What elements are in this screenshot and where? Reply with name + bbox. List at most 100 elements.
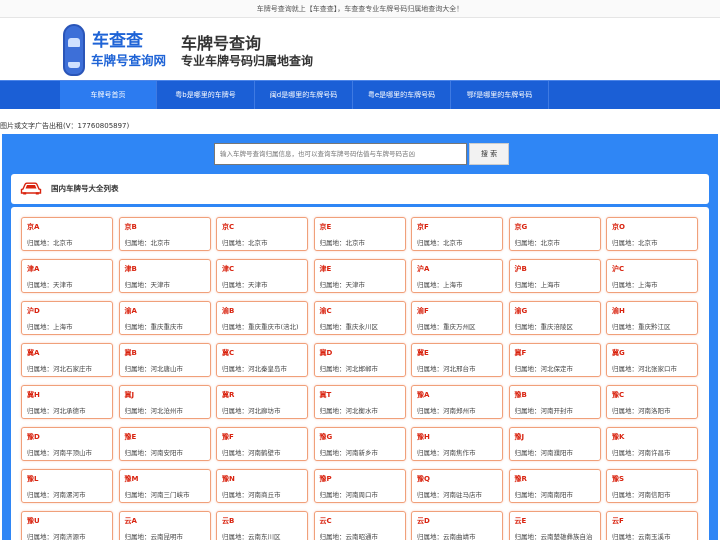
plate-area: 归属地：河南洛阳市	[612, 405, 671, 415]
plate-area: 归属地：河南濮阳市	[515, 447, 574, 457]
area-prefix: 归属地：	[319, 491, 346, 499]
plate-card[interactable]: 冀H 归属地：河北承德市	[21, 385, 113, 419]
plate-card[interactable]: 冀T 归属地：河北衡水市	[313, 385, 406, 419]
plate-area: 归属地：河北衡水市	[320, 405, 379, 415]
nav-item-yue-e[interactable]: 粤e是哪里的车牌号码	[353, 81, 451, 109]
plate-area: 归属地：云南昭通市	[320, 531, 379, 540]
plate-card[interactable]: 冀D 归属地：河北邯郸市	[313, 343, 406, 377]
plate-area: 归属地：河南开封市	[515, 405, 574, 415]
plate-card[interactable]: 豫D 归属地：河南平顶山市	[21, 427, 113, 461]
area-value: 云南昆明市	[150, 533, 184, 540]
plate-card[interactable]: 沪C 归属地：上海市	[606, 259, 698, 293]
plate-card[interactable]: 豫E 归属地：河南安阳市	[118, 427, 211, 461]
plate-card[interactable]: 京B 归属地：北京市	[118, 217, 211, 251]
plate-card[interactable]: 豫N 归属地：河南商丘市	[216, 469, 308, 503]
area-prefix: 归属地：	[222, 407, 248, 415]
plate-card[interactable]: 豫C 归属地：河南洛阳市	[606, 385, 698, 419]
plate-code: 京B	[124, 223, 137, 231]
search-input[interactable]	[214, 143, 467, 165]
plate-card[interactable]: 豫F 归属地：河南鹤壁市	[216, 427, 308, 461]
plate-card[interactable]: 渝G 归属地：重庆涪陵区	[508, 301, 601, 335]
nav-item-e-f[interactable]: 鄂f是哪里的车牌号码	[451, 81, 549, 109]
nav-item-min-d[interactable]: 闽d是哪里的车牌号码	[255, 81, 353, 109]
plate-card[interactable]: 云F 归属地：云南玉溪市	[606, 511, 698, 540]
search-button[interactable]: 搜 索	[469, 143, 509, 165]
plate-card[interactable]: 沪D 归属地：上海市	[21, 301, 113, 335]
nav-item-home[interactable]: 车牌号首页	[60, 81, 157, 109]
plate-card[interactable]: 冀J 归属地：河北沧州市	[118, 385, 211, 419]
plate-card[interactable]: 冀G 归属地：河北张家口市	[606, 343, 698, 377]
plate-card[interactable]: 云B 归属地：云南东川区	[216, 511, 308, 540]
area-prefix: 归属地：	[612, 533, 638, 540]
area-value: 河北衡水市	[345, 407, 379, 415]
plate-area: 归属地：河北廊坊市	[222, 405, 281, 415]
plate-card[interactable]: 豫H 归属地：河南焦作市	[411, 427, 503, 461]
plate-card[interactable]: 渝C 归属地：重庆永川区	[313, 301, 406, 335]
plate-card[interactable]: 渝B 归属地：重庆重庆市(涪北)	[216, 301, 308, 335]
plate-card[interactable]: 京O 归属地：北京市	[606, 217, 698, 251]
plate-card[interactable]: 豫Q 归属地：河南驻马店市	[411, 469, 503, 503]
plate-card[interactable]: 豫J 归属地：河南濮阳市	[508, 427, 601, 461]
plate-card[interactable]: 豫R 归属地：河南南阳市	[508, 469, 601, 503]
plate-card[interactable]: 云C 归属地：云南昭通市	[313, 511, 406, 540]
plate-card[interactable]: 津B 归属地：天津市	[118, 259, 211, 293]
plate-card[interactable]: 豫M 归属地：河南三门峡市	[118, 469, 211, 503]
plate-card[interactable]: 豫U 归属地：河南济源市	[21, 511, 113, 540]
plate-card[interactable]: 冀C 归属地：河北秦皇岛市	[216, 343, 308, 377]
area-value: 北京市	[248, 239, 268, 247]
plate-card[interactable]: 津A 归属地：天津市	[21, 259, 113, 293]
plate-card[interactable]: 冀R 归属地：河北廊坊市	[216, 385, 308, 419]
plate-area: 归属地：重庆黔江区	[612, 321, 671, 331]
area-value: 重庆重庆市	[150, 323, 184, 331]
area-value: 天津市	[150, 281, 171, 289]
plate-area: 归属地：河北邢台市	[417, 363, 476, 373]
site-slogan: 专业车牌号码归属地查询	[181, 54, 314, 68]
plate-area: 归属地：天津市	[320, 279, 366, 289]
plate-card[interactable]: 冀F 归属地：河北保定市	[508, 343, 601, 377]
area-value: 北京市	[540, 239, 561, 247]
plate-card[interactable]: 京C 归属地：北京市	[216, 217, 308, 251]
plate-card[interactable]: 云D 归属地：云南曲靖市	[411, 511, 503, 540]
plate-card[interactable]: 冀B 归属地：河北唐山市	[118, 343, 211, 377]
area-prefix: 归属地：	[124, 533, 151, 540]
plate-card[interactable]: 京E 归属地：北京市	[313, 217, 406, 251]
plate-card[interactable]: 渝A 归属地：重庆重庆市	[118, 301, 211, 335]
plate-card[interactable]: 豫A 归属地：河南郑州市	[411, 385, 503, 419]
plate-card[interactable]: 豫G 归属地：河南新乡市	[313, 427, 406, 461]
plate-code: 渝C	[319, 307, 332, 315]
nav-item-yue-b[interactable]: 粤b是哪里的车牌号	[157, 81, 255, 109]
site-logo[interactable]: 车查查 车牌号查询网	[63, 22, 173, 80]
plate-card[interactable]: 豫L 归属地：河南漯河市	[21, 469, 113, 503]
plate-card[interactable]: 津C 归属地：天津市	[216, 259, 308, 293]
plate-card[interactable]: 豫B 归属地：河南开封市	[508, 385, 601, 419]
plate-area: 归属地：河北保定市	[515, 363, 574, 373]
ad-banner-text[interactable]: 图片或文字广告出租(V：17760805897)	[0, 121, 129, 131]
plate-card[interactable]: 渝F 归属地：重庆万州区	[411, 301, 503, 335]
plate-card[interactable]: 豫S 归属地：河南信阳市	[606, 469, 698, 503]
area-prefix: 归属地：	[417, 239, 443, 247]
plate-card[interactable]: 津E 归属地：天津市	[313, 259, 406, 293]
area-value: 河南漯河市	[53, 491, 86, 499]
area-prefix: 归属地：	[417, 533, 443, 540]
plate-area: 归属地：河南安阳市	[125, 447, 184, 457]
plate-card[interactable]: 冀E 归属地：河北邢台市	[411, 343, 503, 377]
plate-code: 云E	[514, 517, 527, 525]
plate-area: 归属地：北京市	[125, 237, 171, 247]
plate-card[interactable]: 京G 归属地：北京市	[508, 217, 601, 251]
plate-card[interactable]: 云A 归属地：云南昆明市	[118, 511, 211, 540]
plate-card[interactable]: 京A 归属地：北京市	[21, 217, 113, 251]
plate-card[interactable]: 渝H 归属地：重庆黔江区	[606, 301, 698, 335]
plate-area: 归属地：上海市	[515, 279, 561, 289]
plate-card[interactable]: 豫K 归属地：河南许昌市	[606, 427, 698, 461]
plate-card[interactable]: 云E 归属地：云南楚雄彝族自治	[508, 511, 601, 540]
plate-area: 归属地：天津市	[222, 279, 268, 289]
plate-code: 冀G	[612, 349, 625, 357]
plate-card[interactable]: 沪B 归属地：上海市	[508, 259, 601, 293]
plate-card[interactable]: 豫P 归属地：河南周口市	[313, 469, 406, 503]
plate-card[interactable]: 冀A 归属地：河北石家庄市	[21, 343, 113, 377]
plate-card[interactable]: 沪A 归属地：上海市	[411, 259, 503, 293]
plate-card[interactable]: 京F 归属地：北京市	[411, 217, 503, 251]
area-prefix: 归属地：	[222, 533, 248, 540]
area-prefix: 归属地：	[514, 491, 541, 499]
plate-code: 冀F	[514, 349, 527, 357]
